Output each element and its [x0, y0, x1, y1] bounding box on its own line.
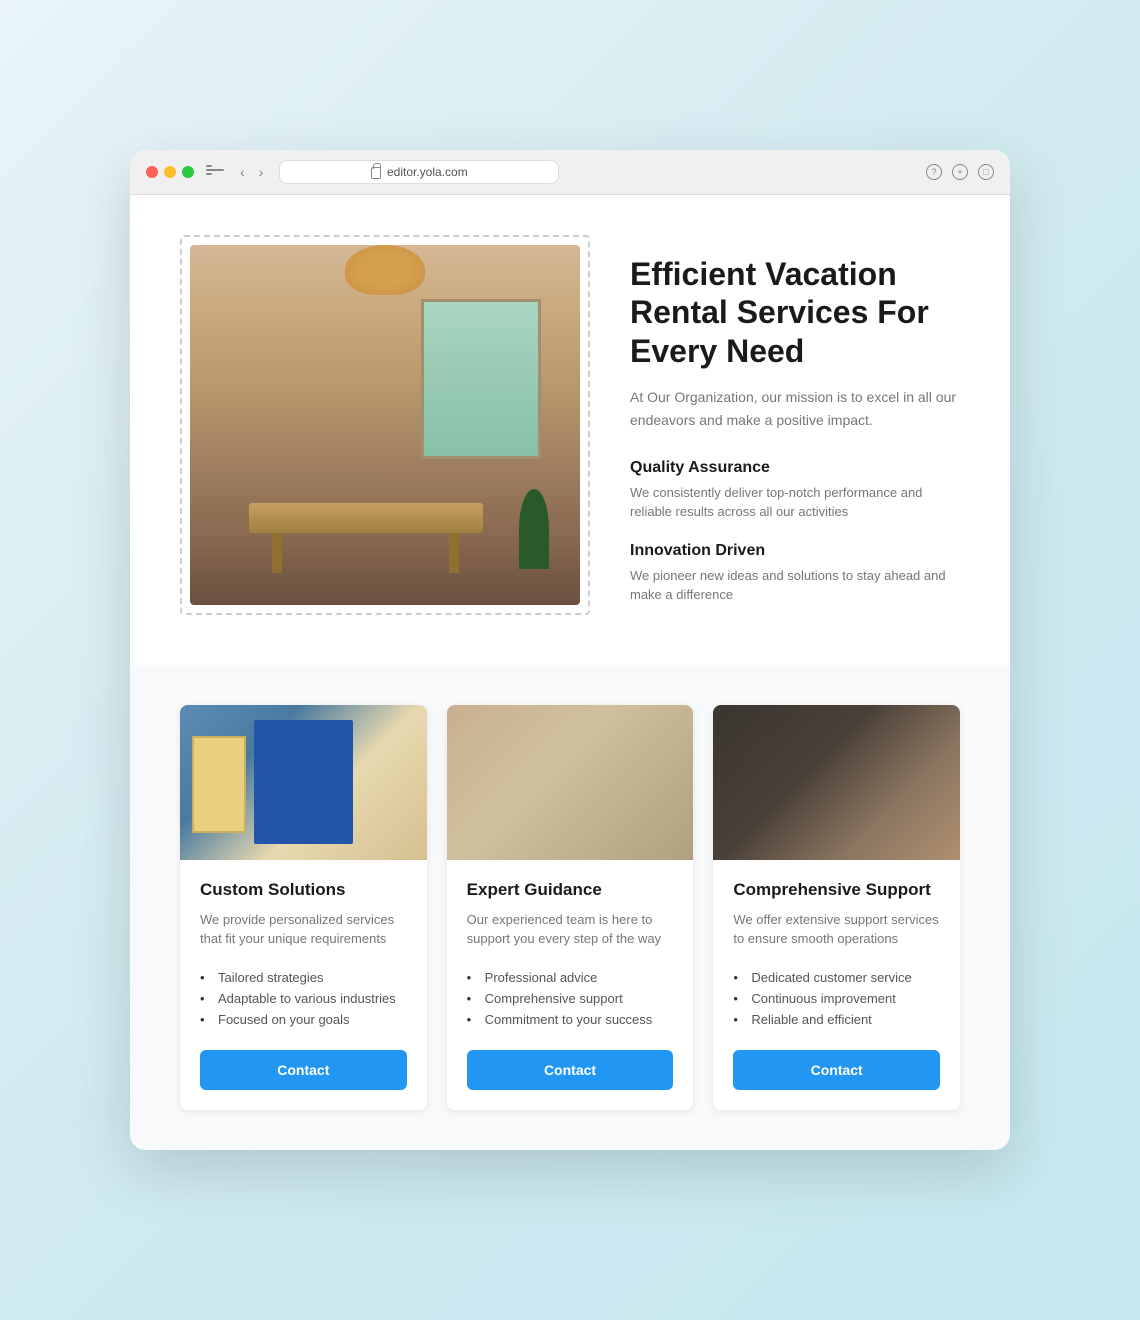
list-item: Adaptable to various industries: [200, 988, 407, 1009]
image-dashed-border: [180, 235, 590, 615]
scene-window: [421, 299, 541, 459]
nav-buttons: ‹ ›: [236, 162, 267, 182]
feature-qa-title: Quality Assurance: [630, 459, 960, 477]
list-item: Continuous improvement: [733, 988, 940, 1009]
list-item: Professional advice: [467, 967, 674, 988]
feature-innovation-driven: Innovation Driven We pioneer new ideas a…: [630, 542, 960, 605]
sidebar-toggle-icon[interactable]: [206, 165, 224, 179]
card-1-desc: We provide personalized services that fi…: [200, 910, 407, 949]
list-item: Focused on your goals: [200, 1009, 407, 1030]
back-button[interactable]: ‹: [236, 162, 249, 182]
browser-content: Efficient Vacation Rental Services For E…: [130, 195, 1010, 1150]
card-1-contact-button[interactable]: Contact: [200, 1050, 407, 1090]
card-expert-guidance: Expert Guidance Our experienced team is …: [447, 705, 694, 1110]
card-1-body: Custom Solutions We provide personalized…: [180, 860, 427, 1110]
traffic-lights: [146, 166, 194, 178]
hero-section: Efficient Vacation Rental Services For E…: [130, 195, 1010, 665]
forward-button[interactable]: ›: [255, 162, 268, 182]
card-custom-solutions: Custom Solutions We provide personalized…: [180, 705, 427, 1110]
card-3-list: Dedicated customer service Continuous im…: [733, 967, 940, 1030]
card-3-desc: We offer extensive support services to e…: [733, 910, 940, 949]
card-2-image: [447, 705, 694, 860]
list-item: Tailored strategies: [200, 967, 407, 988]
question-icon[interactable]: ?: [926, 164, 942, 180]
browser-chrome: ‹ › editor.yola.com ? + □: [130, 150, 1010, 195]
card-2-desc: Our experienced team is here to support …: [467, 910, 674, 949]
browser-right-icons: ? + □: [926, 164, 994, 180]
card-3-contact-button[interactable]: Contact: [733, 1050, 940, 1090]
hero-text: Efficient Vacation Rental Services For E…: [630, 235, 960, 625]
hero-title: Efficient Vacation Rental Services For E…: [630, 255, 960, 370]
card-3-body: Comprehensive Support We offer extensive…: [713, 860, 960, 1110]
card-2-body: Expert Guidance Our experienced team is …: [447, 860, 694, 1110]
scene-table: [249, 503, 483, 533]
cards-section: Custom Solutions We provide personalized…: [130, 665, 1010, 1150]
list-item: Comprehensive support: [467, 988, 674, 1009]
list-item: Dedicated customer service: [733, 967, 940, 988]
card-1-list: Tailored strategies Adaptable to various…: [200, 967, 407, 1030]
card-2-title: Expert Guidance: [467, 880, 674, 900]
feature-qa-desc: We consistently deliver top-notch perfor…: [630, 483, 960, 522]
hero-subtitle: At Our Organization, our mission is to e…: [630, 386, 960, 431]
browser-window: ‹ › editor.yola.com ? + □: [130, 150, 1010, 1150]
hero-image-container: [180, 235, 590, 615]
feature-id-title: Innovation Driven: [630, 542, 960, 560]
address-bar[interactable]: editor.yola.com: [279, 160, 559, 184]
card-comprehensive-support: Comprehensive Support We offer extensive…: [713, 705, 960, 1110]
card-2-list: Professional advice Comprehensive suppor…: [467, 967, 674, 1030]
hanging-lamp: [345, 245, 425, 295]
url-text: editor.yola.com: [387, 165, 468, 179]
lock-icon: [371, 167, 381, 179]
add-tab-icon[interactable]: +: [952, 164, 968, 180]
traffic-light-red[interactable]: [146, 166, 158, 178]
traffic-light-green[interactable]: [182, 166, 194, 178]
card-1-title: Custom Solutions: [200, 880, 407, 900]
feature-quality-assurance: Quality Assurance We consistently delive…: [630, 459, 960, 522]
scene-plant: [519, 489, 549, 569]
list-item: Commitment to your success: [467, 1009, 674, 1030]
traffic-light-yellow[interactable]: [164, 166, 176, 178]
card-2-contact-button[interactable]: Contact: [467, 1050, 674, 1090]
card-3-image: [713, 705, 960, 860]
feature-id-desc: We pioneer new ideas and solutions to st…: [630, 566, 960, 605]
hero-image: [190, 245, 580, 605]
extensions-icon[interactable]: □: [978, 164, 994, 180]
card-1-image: [180, 705, 427, 860]
list-item: Reliable and efficient: [733, 1009, 940, 1030]
card-3-title: Comprehensive Support: [733, 880, 940, 900]
